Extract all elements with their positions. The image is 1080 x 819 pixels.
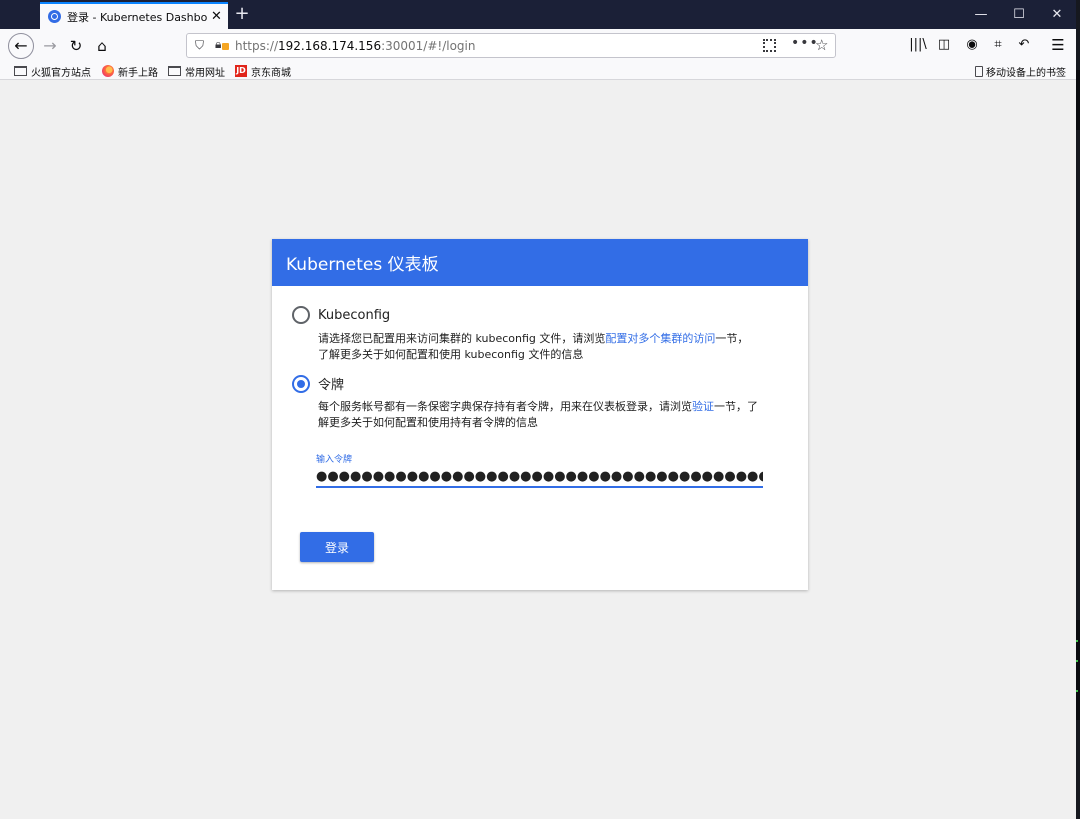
kubeconfig-option[interactable]: Kubeconfig xyxy=(292,306,390,324)
token-label: 令牌 xyxy=(318,378,345,393)
undo-icon[interactable]: ↶ xyxy=(1014,35,1034,55)
tab-title: 登录 - Kubernetes Dashboard xyxy=(67,10,207,24)
jd-icon: JD xyxy=(235,65,247,77)
token-field-label: 输入令牌 xyxy=(316,455,353,465)
browser-window: 登录 - Kubernetes Dashboard ✕ + — ☐ ✕ ← → … xyxy=(0,0,1076,819)
maximize-button[interactable]: ☐ xyxy=(1000,0,1038,29)
home-button[interactable]: ⌂ xyxy=(90,34,114,58)
page-content: Kubernetes 仪表板 Kubeconfig 请选择您已配置用来访问集群的… xyxy=(5,81,1073,815)
login-card-header: Kubernetes 仪表板 xyxy=(272,239,808,286)
screenshot-icon[interactable]: ⌗ xyxy=(988,35,1008,55)
sidebar-icon[interactable]: ◫ xyxy=(934,35,954,55)
mobile-bookmarks[interactable]: 移动设备上的书签 xyxy=(975,63,1066,79)
auth-docs-link[interactable]: 验证 xyxy=(692,400,714,413)
kubeconfig-label: Kubeconfig xyxy=(318,307,391,323)
new-tab-button[interactable]: + xyxy=(232,3,252,25)
active-tab[interactable]: 登录 - Kubernetes Dashboard ✕ xyxy=(40,2,228,29)
url-bar[interactable]: ⛉ 🔒︎ https://192.168.174.156:30001/#!/lo… xyxy=(186,33,836,58)
close-window-button[interactable]: ✕ xyxy=(1038,0,1076,29)
token-input[interactable] xyxy=(316,466,763,488)
tab-close-icon[interactable]: ✕ xyxy=(211,9,222,24)
kubeconfig-docs-link[interactable]: 配置对多个集群的访问 xyxy=(605,332,715,345)
kubernetes-favicon-icon xyxy=(48,10,61,23)
tab-bar: 登录 - Kubernetes Dashboard ✕ + — ☐ ✕ xyxy=(0,0,1076,29)
menu-icon[interactable]: ☰ xyxy=(1048,35,1068,55)
kubeconfig-radio[interactable] xyxy=(292,306,310,324)
bookmark-item[interactable]: 常用网址 xyxy=(168,63,225,79)
qr-code-icon[interactable] xyxy=(763,39,776,52)
library-icon[interactable]: |||\ xyxy=(908,35,928,55)
bookmark-item[interactable]: 新手上路 xyxy=(102,63,158,79)
mobile-device-icon xyxy=(975,65,983,77)
kubeconfig-description: 请选择您已配置用来访问集群的 kubeconfig 文件，请浏览配置对多个集群的… xyxy=(318,332,749,361)
firefox-icon xyxy=(102,65,114,77)
shield-icon[interactable]: ⛉ xyxy=(195,38,204,53)
bookmarks-toolbar: 火狐官方站点 新手上路 常用网址 JD 京东商城 移动设备上的书签 xyxy=(0,62,1076,80)
url-text[interactable]: https://192.168.174.156:30001/#!/login xyxy=(235,39,475,53)
folder-icon xyxy=(168,66,181,76)
token-radio[interactable] xyxy=(292,374,310,393)
account-icon[interactable]: ◉ xyxy=(962,35,982,55)
token-option[interactable]: 令牌 xyxy=(292,374,344,393)
back-button[interactable]: ← xyxy=(8,33,34,59)
bookmark-item[interactable]: JD 京东商城 xyxy=(235,63,291,79)
minimize-button[interactable]: — xyxy=(962,0,1000,29)
bookmark-star-icon[interactable]: ☆ xyxy=(815,36,828,54)
forward-button[interactable]: → xyxy=(38,34,62,58)
login-card: Kubernetes 仪表板 Kubeconfig 请选择您已配置用来访问集群的… xyxy=(272,239,808,590)
bookmark-item[interactable]: 火狐官方站点 xyxy=(14,63,91,79)
folder-icon xyxy=(14,66,27,76)
navigation-toolbar: ← → ↻ ⌂ ⛉ 🔒︎ https://192.168.174.156:300… xyxy=(0,29,1076,62)
login-title: Kubernetes 仪表板 xyxy=(286,255,439,275)
login-button[interactable]: 登录 xyxy=(300,532,374,562)
token-description: 每个服务帐号都有一条保密字典保存持有者令牌，用来在仪表板登录，请浏览验证一节，了… xyxy=(318,400,758,429)
lock-warning-icon[interactable]: 🔒︎ xyxy=(215,37,229,52)
reload-button[interactable]: ↻ xyxy=(64,34,88,58)
